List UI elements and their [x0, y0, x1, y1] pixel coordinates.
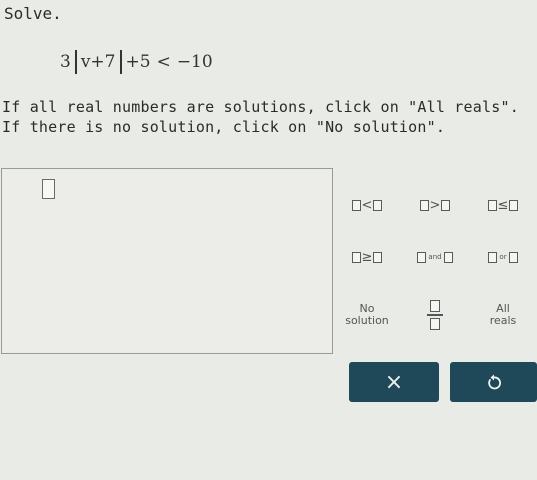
abs-inner-expression: v+7: [80, 52, 116, 72]
less-equal-button[interactable]: ≤: [469, 190, 537, 220]
close-icon: ×: [384, 369, 404, 395]
or-label: or: [499, 253, 507, 261]
placeholder-box-icon: [373, 199, 383, 211]
placeholder-box-icon: [508, 251, 518, 263]
greater-equal-button[interactable]: ≥: [333, 242, 401, 272]
placeholder-box-icon: [441, 199, 451, 211]
fraction-button[interactable]: [401, 298, 469, 332]
undo-icon: [487, 374, 501, 390]
equation-plus-term: +5: [125, 52, 151, 72]
greater-than-symbol: >: [429, 197, 441, 213]
placeholder-box-icon: [373, 251, 383, 263]
and-label: and: [428, 253, 442, 261]
no-solution-label-line2: solution: [345, 314, 389, 327]
denominator-box-icon: [430, 317, 440, 330]
absolute-value-expression: v+7: [74, 50, 122, 74]
fraction-bar-icon: [427, 314, 443, 316]
placeholder-box-icon: [351, 199, 361, 211]
greater-equal-symbol: ≥: [361, 249, 373, 265]
answer-placeholder-box[interactable]: [42, 179, 55, 199]
inequality-operator: <: [156, 52, 171, 72]
placeholder-box-icon: [417, 251, 427, 263]
numerator-box-icon: [430, 300, 440, 313]
clear-button[interactable]: ×: [349, 362, 439, 402]
placeholder-box-icon: [509, 199, 519, 211]
placeholder-box-icon: [487, 199, 497, 211]
less-than-button[interactable]: <: [333, 190, 401, 220]
instruction-all-reals: If all real numbers are solutions, click…: [2, 98, 519, 116]
placeholder-box-icon: [419, 199, 429, 211]
placeholder-box-icon: [351, 251, 361, 263]
equation-rhs: −10: [176, 52, 213, 72]
solve-label: Solve.: [4, 4, 62, 23]
less-than-symbol: <: [361, 197, 373, 213]
placeholder-box-icon: [488, 251, 498, 263]
greater-than-button[interactable]: >: [401, 190, 469, 220]
or-button[interactable]: or: [469, 242, 537, 272]
undo-button[interactable]: [450, 362, 537, 402]
answer-input-area[interactable]: [1, 168, 333, 354]
all-reals-label-line2: reals: [489, 314, 517, 327]
equation: 3 v+7 +5 < −10: [60, 50, 213, 74]
no-solution-button[interactable]: No solution: [333, 298, 401, 332]
less-equal-symbol: ≤: [497, 197, 509, 213]
equation-coefficient: 3: [60, 52, 71, 72]
and-button[interactable]: and: [401, 242, 469, 272]
all-reals-button[interactable]: All reals: [469, 298, 537, 332]
instruction-no-solution: If there is no solution, click on "No so…: [2, 118, 446, 136]
placeholder-box-icon: [443, 251, 453, 263]
